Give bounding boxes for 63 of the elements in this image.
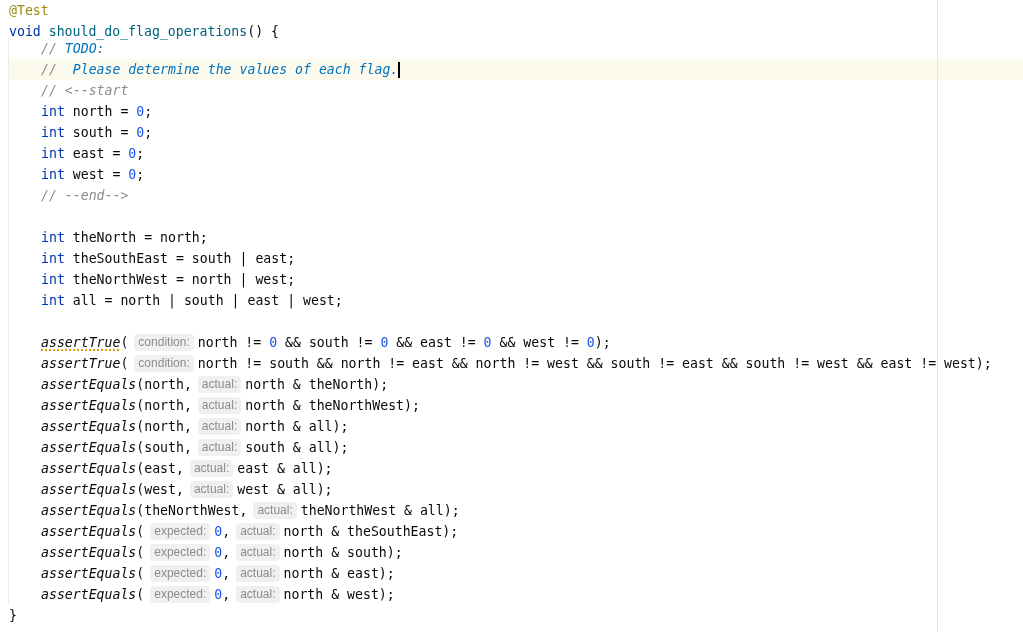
code-text: // TODO: [41,40,105,58]
code-text: int north = 0; [41,103,153,121]
text-cursor [398,61,401,78]
code-text: 0, [214,523,231,541]
code-text: north & south); [283,544,403,562]
code-text: north & east); [283,565,395,583]
code-text: int south = 0; [41,124,153,142]
parameter-hint: condition: [134,334,194,351]
parameter-hint: actual: [197,439,242,456]
parameter-hint: actual: [197,418,242,435]
parameter-hint: expected: [150,544,211,561]
code-text: assertEquals(north, [41,376,192,394]
code-text: south & all); [245,439,349,457]
code-text: north & theNorth); [245,376,389,394]
code-text: assertEquals( [41,544,145,562]
code-text: 0, [214,544,231,562]
code-text: west & all); [237,481,333,499]
parameter-hint: actual: [253,502,297,519]
method-signature: void should_do_flag_operations() { [9,24,279,39]
code-text: int east = 0; [41,145,145,163]
code-text: north & theNorthWest); [245,397,420,415]
parameter-hint: condition: [134,355,194,372]
parameter-hint: actual: [197,376,242,393]
parameter-hint: actual: [236,523,280,540]
code-text: assertEquals( [41,586,145,604]
code-text: east & all); [237,460,333,478]
code-text: int west = 0; [41,166,145,184]
code-text: assertEquals(theNorthWest, [41,502,248,520]
code-text: 0, [214,565,231,583]
code-text: assertEquals(north, [41,397,192,415]
parameter-hint: actual: [236,544,280,561]
closing-brace: } [9,608,17,623]
code-text: assertTrue( [41,334,129,352]
code-text: assertTrue( [41,355,129,373]
parameter-hint: actual: [236,586,280,603]
parameter-hint: actual: [189,460,234,477]
code-text: north != south && north != east && north != west && south != east && south != west && east != west); [197,355,992,373]
parameter-hint: expected: [150,565,211,582]
code-text: 0, [214,586,231,604]
code-text: north & west); [283,586,395,604]
code-text: theNorthWest & all); [300,502,460,520]
code-text: int theSouthEast = south | east; [41,250,296,269]
code-text: int all = north | south | east | west; [41,292,343,311]
parameter-hint: actual: [189,481,234,498]
code-text: int theNorth = north; [41,229,208,247]
code-text: north & all); [245,418,349,436]
code-text: assertEquals( [41,565,145,583]
code-text: assertEquals(west, [41,481,184,499]
code-text: assertEquals(south, [41,439,192,457]
parameter-hint: expected: [150,586,211,603]
annotation: @Test [9,3,49,18]
parameter-hint: actual: [197,397,242,414]
code-text: // Please determine the values of each flag. [41,61,399,79]
parameter-hint: expected: [150,523,211,540]
code-text: assertEquals(north, [41,418,192,436]
code-text: north != 0 && south != 0 && east != 0 && west != 0); [197,334,611,352]
code-text: assertEquals( [41,523,145,541]
code-text: // --end--> [41,187,129,205]
code-text: // <--start [41,82,129,100]
code-text: int theNorthWest = north | west; [41,271,296,290]
code-text: assertEquals(east, [41,460,184,478]
code-text: north & theSouthEast); [283,523,459,541]
parameter-hint: actual: [236,565,280,582]
